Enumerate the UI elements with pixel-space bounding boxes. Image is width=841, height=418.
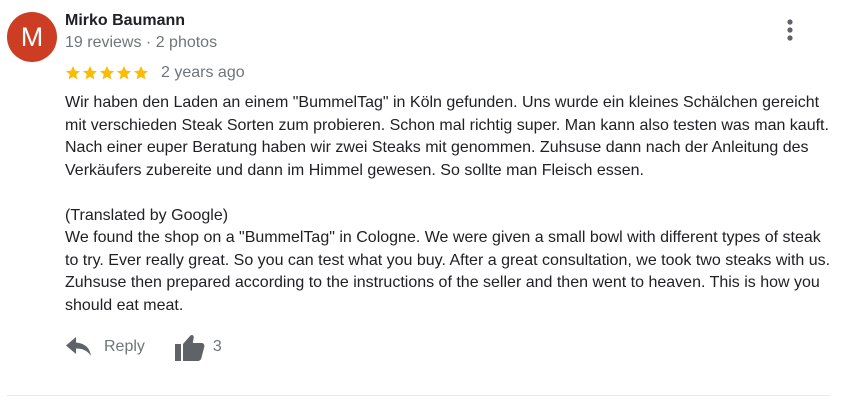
- star-icon: [83, 66, 97, 80]
- translation-label: (Translated by Google): [65, 206, 229, 224]
- review-text: Wir haben den Laden an einem "BummelTag"…: [65, 92, 835, 317]
- review-date: 2 years ago: [161, 64, 245, 81]
- original-text: Wir haben den Laden an einem "BummelTag"…: [65, 94, 829, 179]
- reply-button[interactable]: Reply: [66, 337, 145, 357]
- avatar-initial: M: [20, 21, 44, 52]
- review-card: M Mirko Baumann 19 reviews · 2 photos 2 …: [0, 0, 841, 418]
- avatar[interactable]: M: [7, 12, 57, 62]
- like-button[interactable]: 3: [174, 333, 222, 361]
- star-icon: [134, 66, 148, 80]
- translated-text: We found the shop on a "BummelTag" in Co…: [65, 229, 831, 314]
- author-name[interactable]: Mirko Baumann: [65, 12, 185, 30]
- rating-row: 2 years ago: [65, 63, 245, 83]
- star-icon: [100, 66, 114, 80]
- reply-icon: [66, 337, 91, 356]
- like-count: 3: [212, 338, 222, 355]
- divider: [7, 395, 830, 396]
- review-actions: Reply 3: [66, 331, 222, 363]
- star-icon: [117, 66, 131, 80]
- more-options-button[interactable]: [778, 16, 802, 44]
- more-vert-icon: [787, 19, 793, 41]
- star-icon: [66, 66, 80, 80]
- thumbs-up-icon: [174, 334, 205, 361]
- author-meta: 19 reviews · 2 photos: [65, 34, 218, 51]
- star-rating: [65, 65, 149, 81]
- reply-label: Reply: [104, 338, 145, 355]
